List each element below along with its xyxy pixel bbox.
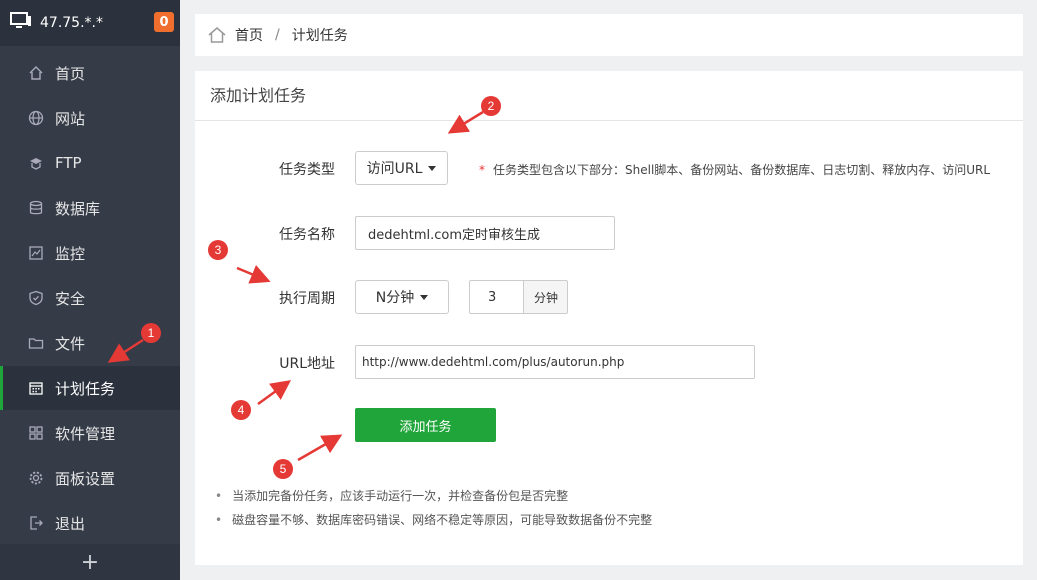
- monitor-icon: [10, 12, 32, 34]
- globe-icon: [27, 109, 45, 127]
- breadcrumb-current: 计划任务: [291, 28, 348, 44]
- period-minutes-input[interactable]: 3: [469, 280, 525, 314]
- breadcrumb: 首页 / 计划任务: [195, 14, 1023, 56]
- gear-icon: [27, 469, 45, 487]
- period-type-dropdown[interactable]: N分钟: [355, 280, 449, 314]
- add-button[interactable]: +: [0, 544, 180, 580]
- annotation-marker-2: 2: [481, 96, 501, 116]
- panel-title: 添加计划任务: [195, 71, 1023, 121]
- notification-badge[interactable]: 0: [154, 12, 174, 32]
- annotation-marker-4: 4: [231, 400, 251, 420]
- sidebar-item-label: 监控: [55, 244, 86, 263]
- caret-down-icon: [420, 294, 429, 300]
- sidebar-item-label: 面板设置: [55, 469, 116, 488]
- sidebar-item-monitor[interactable]: 监控: [0, 231, 180, 275]
- sidebar-item-label: 计划任务: [55, 379, 116, 398]
- ftp-icon: [27, 154, 45, 172]
- sidebar-item-label: 软件管理: [55, 424, 116, 443]
- grid-icon: [27, 424, 45, 442]
- sidebar-item-home[interactable]: 首页: [0, 51, 180, 95]
- add-task-button[interactable]: 添加任务: [355, 408, 496, 442]
- sidebar-item-label: 首页: [55, 64, 86, 83]
- logout-icon: [27, 514, 45, 532]
- sidebar-item-label: 数据库: [55, 199, 101, 218]
- annotation-marker-1: 1: [141, 323, 161, 343]
- sidebar-item-cron[interactable]: 计划任务: [0, 366, 180, 410]
- sidebar-item-label: FTP: [55, 154, 82, 172]
- sidebar-item-settings[interactable]: 面板设置: [0, 456, 180, 500]
- caret-down-icon: [428, 165, 437, 171]
- sidebar-item-software[interactable]: 软件管理: [0, 411, 180, 455]
- annotation-marker-5: 5: [273, 459, 293, 479]
- sidebar-item-ftp[interactable]: FTP: [0, 141, 180, 185]
- url-label: URL地址: [279, 356, 335, 372]
- sidebar-item-label: 网站: [55, 109, 86, 128]
- home-icon: [27, 64, 45, 82]
- sidebar-item-database[interactable]: 数据库: [0, 186, 180, 230]
- folder-icon: [27, 334, 45, 352]
- url-input[interactable]: http://www.dedehtml.com/plus/autorun.php: [355, 345, 755, 379]
- server-ip: 47.75.*.*: [40, 15, 103, 31]
- breadcrumb-separator: /: [275, 27, 280, 43]
- task-type-label: 任务类型: [279, 162, 335, 178]
- period-label: 执行周期: [279, 291, 335, 307]
- shield-icon: [27, 289, 45, 307]
- annotation-marker-3: 3: [208, 240, 228, 260]
- tip-item: 当添加完备份任务，应该手动运行一次，并检查备份包是否完整: [215, 487, 568, 504]
- calendar-icon: [27, 379, 45, 397]
- monitor-chart-icon: [27, 244, 45, 262]
- breadcrumb-home[interactable]: 首页: [235, 25, 263, 45]
- sidebar: 47.75.*.* 0 首页 网站 FTP 数据库 监控 安全 文件 计划任务 …: [0, 0, 180, 580]
- add-cron-panel: 添加计划任务 任务类型 访问URL * 任务类型包含以下部分：Shell脚本、备份…: [195, 71, 1023, 565]
- task-type-hint-text: 任务类型包含以下部分：Shell脚本、备份网站、备份数据库、日志切割、释放内存、…: [493, 163, 991, 177]
- tip-item: 磁盘容量不够、数据库密码错误、网络不稳定等原因，可能导致数据备份不完整: [215, 511, 652, 528]
- task-type-hint: * 任务类型包含以下部分：Shell脚本、备份网站、备份数据库、日志切割、释放内存…: [479, 161, 990, 178]
- task-type-dropdown[interactable]: 访问URL: [355, 151, 448, 185]
- sidebar-item-label: 退出: [55, 514, 86, 533]
- sidebar-item-label: 安全: [55, 289, 86, 308]
- required-star: *: [479, 163, 485, 177]
- database-icon: [27, 199, 45, 217]
- server-header[interactable]: 47.75.*.* 0: [0, 0, 180, 46]
- home-icon[interactable]: [207, 26, 227, 44]
- sidebar-item-label: 文件: [55, 334, 86, 353]
- sidebar-item-logout[interactable]: 退出: [0, 501, 180, 545]
- sidebar-item-security[interactable]: 安全: [0, 276, 180, 320]
- period-unit-addon: 分钟: [523, 280, 568, 314]
- period-type-value: N分钟: [375, 290, 415, 306]
- task-name-input[interactable]: dedehtml.com定时审核生成: [355, 216, 615, 250]
- task-type-value: 访问URL: [366, 161, 423, 177]
- sidebar-item-website[interactable]: 网站: [0, 96, 180, 140]
